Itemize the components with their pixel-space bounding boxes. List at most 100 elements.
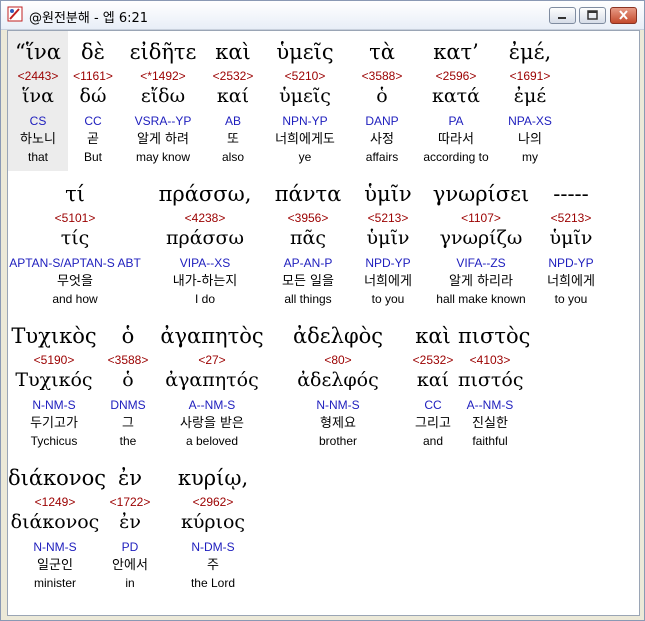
- word-block[interactable]: ἐν <1722> ἐν PD 안에서 in: [102, 457, 158, 597]
- lexical-form: κατά: [431, 85, 481, 107]
- strong-number: <1691>: [509, 69, 551, 83]
- strong-number: <1161>: [73, 69, 113, 83]
- korean-gloss: 나의: [518, 132, 542, 147]
- strong-number: <2443>: [17, 69, 59, 83]
- word-block[interactable]: διάκονος <1249> διάκονος N-NM-S 일군인 minister: [8, 457, 106, 597]
- korean-gloss: 사정: [370, 132, 394, 147]
- korean-gloss: 일군인: [37, 558, 73, 573]
- english-gloss: Tychicus: [30, 434, 78, 448]
- english-gloss: and how: [52, 292, 98, 306]
- lexical-form: ὑμεῖς: [279, 85, 331, 107]
- word-block[interactable]: πάντα <3956> πᾶς AP-AN-P 모든 일을 all things: [268, 173, 348, 313]
- greek-text: γνωρίσει: [432, 182, 530, 206]
- app-window: @원전분해 - 엡 6:21 “ἵνα <2443> ἵνα CS 하노니 that δὲ <…: [0, 0, 645, 621]
- korean-gloss: 안에서: [112, 558, 148, 573]
- korean-gloss: 내가-하는지: [172, 274, 238, 289]
- word-block[interactable]: ἀδελφὸς <80> ἀδελφός N-NM-S 형제요 brother: [268, 315, 408, 455]
- parsing-code: A--NM-S: [188, 398, 236, 412]
- strong-number: <27>: [198, 353, 226, 367]
- lexical-form: πράσσω: [166, 227, 244, 249]
- parsing-code: DNMS: [110, 398, 146, 412]
- greek-text: πάντα: [274, 182, 342, 206]
- strong-number: <3588>: [107, 353, 149, 367]
- english-gloss: in: [125, 576, 135, 590]
- parsing-code: DANP: [365, 114, 399, 128]
- interlinear-view[interactable]: “ἵνα <2443> ἵνα CS 하노니 that δὲ <1161> δώ CC 곧 But εἰ…: [7, 30, 640, 616]
- english-gloss: a beloved: [185, 434, 239, 448]
- lexical-form: γνωρίζω: [439, 227, 523, 249]
- strong-number: <1722>: [109, 495, 151, 509]
- parsing-code: N-DM-S: [191, 540, 235, 554]
- parsing-code: PA: [448, 114, 464, 128]
- greek-text: καὶ: [215, 40, 251, 64]
- strong-number: <1249>: [34, 495, 76, 509]
- english-gloss: according to: [423, 150, 489, 164]
- strong-number: <2962>: [192, 495, 234, 509]
- english-gloss: the: [119, 434, 137, 448]
- korean-gloss: 하노니: [20, 132, 56, 147]
- word-block[interactable]: ὑμῖν <5213> ὑμῖν NPD-YP 너희에게 to you: [348, 173, 428, 313]
- strong-number: <5101>: [54, 211, 96, 225]
- greek-text: καὶ: [415, 324, 451, 348]
- maximize-icon: [587, 10, 598, 20]
- strong-number: <5190>: [33, 353, 75, 367]
- strong-number: <5213>: [550, 211, 592, 225]
- korean-gloss: 주: [207, 558, 219, 573]
- title-bar[interactable]: @원전분해 - 엡 6:21: [1, 1, 644, 30]
- minimize-icon: [558, 17, 566, 19]
- strong-number: <80>: [324, 353, 352, 367]
- parsing-code: CS: [29, 114, 47, 128]
- lexical-form: καί: [416, 369, 450, 391]
- word-block[interactable]: τί <5101> τίς APTAN-S/APTAN-S ABT 무엇을 and how: [8, 173, 142, 313]
- greek-text: τί: [65, 182, 85, 206]
- parsing-code: N-NM-S: [33, 540, 77, 554]
- word-block[interactable]: δὲ <1161> δώ CC 곧 But: [68, 31, 118, 171]
- korean-gloss: 무엇을: [57, 274, 93, 289]
- word-block[interactable]: ----- <5213> ὑμῖν NPD-YP 너희에게 to you: [534, 173, 608, 313]
- korean-gloss: 모든 일을: [282, 274, 334, 289]
- word-block[interactable]: “ἵνα <2443> ἵνα CS 하노니 that: [8, 31, 68, 171]
- word-block[interactable]: γνωρίσει <1107> γνωρίζω VIFA--ZS 알게 하리라 hall …: [428, 173, 534, 313]
- word-block[interactable]: καὶ <2532> καί AB 또 also: [208, 31, 258, 171]
- parsing-code: VSRA--YP: [134, 114, 192, 128]
- korean-gloss: 알게 하려: [137, 132, 189, 147]
- maximize-button[interactable]: [579, 7, 606, 24]
- word-block[interactable]: εἰδῆτε <*1492> εἴδω VSRA--YP 알게 하려 may know: [118, 31, 208, 171]
- close-button[interactable]: [610, 7, 637, 24]
- word-block[interactable]: πράσσω, <4238> πράσσω VIPA--XS 내가-하는지 I do: [142, 173, 268, 313]
- greek-text: ὑμῖν: [364, 182, 412, 206]
- english-gloss: But: [83, 150, 102, 164]
- word-block[interactable]: κατ’ <2596> κατά PA 따라서 according to: [412, 31, 500, 171]
- strong-number: <*1492>: [140, 69, 186, 83]
- english-gloss: faithful: [472, 434, 508, 448]
- parsing-code: VIPA--XS: [179, 256, 231, 270]
- greek-text: δὲ: [81, 40, 105, 64]
- greek-text: κυρίῳ,: [177, 466, 249, 490]
- minimize-button[interactable]: [549, 7, 576, 24]
- greek-text: ἐν: [117, 466, 143, 490]
- word-block[interactable]: ἐμέ, <1691> ἐμέ NPA-XS 나의 my: [500, 31, 560, 171]
- close-icon: [619, 10, 628, 20]
- parsing-code: N-NM-S: [316, 398, 360, 412]
- word-block[interactable]: ὑμεῖς <5210> ὑμεῖς NPN-YP 너희에게도 ye: [258, 31, 352, 171]
- greek-text: διάκονος: [8, 466, 106, 490]
- word-block[interactable]: πιστὸς <4103> πιστός A--NM-S 진실한 faithful: [458, 315, 530, 455]
- word-block[interactable]: ἀγαπητὸς <27> ἀγαπητός A--NM-S 사랑을 받은 a belov…: [156, 315, 268, 455]
- word-block[interactable]: καὶ <2532> καί CC 그리고 and: [408, 315, 458, 455]
- greek-text: εἰδῆτε: [129, 40, 197, 64]
- korean-gloss: 곧: [87, 132, 99, 147]
- parsing-code: AP-AN-P: [283, 256, 333, 270]
- word-block[interactable]: ὁ <3588> ὁ DNMS 그 the: [100, 315, 156, 455]
- lexical-form: πᾶς: [290, 227, 326, 249]
- lexical-form: Τυχικός: [15, 369, 93, 391]
- korean-gloss: 따라서: [438, 132, 474, 147]
- english-gloss: minister: [33, 576, 76, 590]
- greek-text: ἀγαπητὸς: [160, 324, 264, 348]
- word-block[interactable]: Τυχικὸς <5190> Τυχικός N-NM-S 두기고가 Tychicus: [8, 315, 100, 455]
- greek-text: Τυχικὸς: [11, 324, 97, 348]
- word-block[interactable]: κυρίῳ, <2962> κύριος N-DM-S 주 the Lord: [158, 457, 268, 597]
- korean-gloss: 그리고: [415, 416, 451, 431]
- word-block[interactable]: τὰ <3588> ὁ DANP 사정 affairs: [352, 31, 412, 171]
- lexical-form: εἴδω: [140, 85, 186, 107]
- parsing-code: VIFA--ZS: [456, 256, 506, 270]
